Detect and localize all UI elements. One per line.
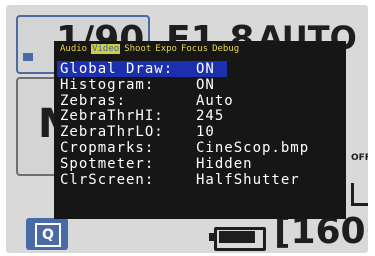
menu-item-spotmeter[interactable]: Spotmeter: Hidden [54,156,346,172]
side-off-label: OFF [351,153,368,163]
tab-debug[interactable]: Debug [212,44,239,54]
menu-item-label: Histogram: [60,76,155,93]
menu-item-label: Cropmarks: [60,139,155,156]
menu-item-value: HalfShutter [196,171,300,188]
menu-item-value: 245 [196,108,225,125]
menu-item-label: Spotmeter: [60,155,155,172]
tab-video[interactable]: Video [91,44,121,54]
menu-item-global-draw[interactable]: Global Draw: ON [54,61,346,77]
menu-item-label: ClrScreen: [60,171,155,188]
quick-menu-button[interactable]: Q [26,218,68,250]
menu-item-clr-screen[interactable]: ClrScreen: HalfShutter [54,172,346,188]
menu-item-label: ZebraThrLO: [60,124,164,141]
menu-item-label: Zebras: [60,92,127,109]
menu-item-label: ZebraThrHI: [60,108,164,125]
menu-item-histogram[interactable]: Histogram: ON [54,77,346,93]
tab-focus[interactable]: Focus [181,44,208,54]
menu-item-value: 10 [196,124,215,141]
menu-item-list: Global Draw: ON Histogram: ON Zebras: Au… [54,61,346,188]
magic-lantern-menu: Audio Video Shoot Expo Focus Debug Global Dra… [54,41,346,219]
menu-item-zebra-thr-lo[interactable]: ZebraThrLO: 10 [54,124,346,140]
flag-icon [23,53,33,61]
menu-item-value: Hidden [196,155,253,172]
drive-mode-icon [351,183,368,206]
menu-item-label: Global Draw: [60,61,174,77]
menu-item-value: ON [196,61,215,77]
menu-item-zebras[interactable]: Zebras: Auto [54,93,346,109]
menu-item-value: ON [196,76,215,93]
menu-tabs: Audio Video Shoot Expo Focus Debug [60,44,243,56]
menu-item-zebra-thr-hi[interactable]: ZebraThrHI: 245 [54,108,346,124]
menu-item-value: Auto [196,92,234,109]
tab-shoot[interactable]: Shoot [124,44,151,54]
battery-level [219,231,255,243]
quick-menu-label: Q [35,223,61,247]
menu-item-value: CineScop.bmp [196,139,310,156]
tab-audio[interactable]: Audio [60,44,87,54]
menu-item-cropmarks[interactable]: Cropmarks: CineScop.bmp [54,140,346,156]
tab-expo[interactable]: Expo [155,44,177,54]
